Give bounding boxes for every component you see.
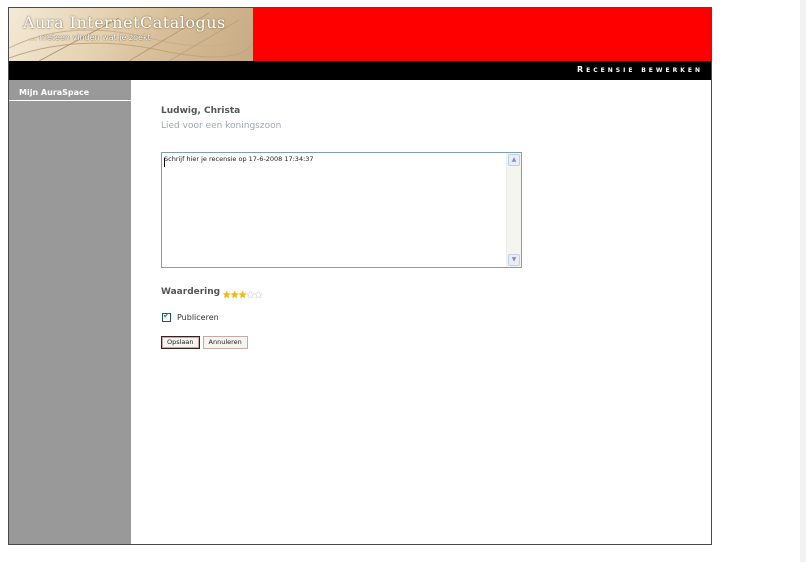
publish-checkbox[interactable]: ✔: [162, 311, 171, 322]
cancel-button[interactable]: Annuleren: [202, 336, 248, 349]
sidebar: Mijn AuraSpace: [9, 80, 131, 544]
review-textarea[interactable]: [164, 155, 506, 265]
scroll-down-icon[interactable]: ▼: [508, 254, 520, 266]
sidebar-item-mijn-auraspace[interactable]: Mijn AuraSpace: [9, 80, 131, 101]
checkmark-icon: ✔: [163, 311, 170, 320]
star-icon[interactable]: ★: [254, 290, 263, 301]
publish-row: ✔ Publiceren: [162, 311, 219, 322]
book-title: Lied voor een koningszoon: [161, 121, 282, 131]
page-frame: Aura InternetCatalogus ... meteen vinden…: [8, 7, 712, 545]
main-content: Ludwig, Christa Lied voor een koningszoo…: [131, 80, 711, 544]
title-bar: Recensie bewerken: [9, 61, 711, 80]
window-edge: [800, 0, 806, 562]
review-scrollbar[interactable]: ▲ ▼: [506, 153, 521, 267]
brand-subtitle: ... meteen vinden wat je zoekt: [29, 33, 151, 42]
publish-label[interactable]: Publiceren: [177, 313, 219, 322]
rating-stars[interactable]: ★★★★★: [222, 283, 263, 302]
scroll-up-icon[interactable]: ▲: [508, 154, 520, 166]
banner-red-panel: [253, 8, 711, 61]
review-textarea-box: ▲ ▼: [161, 152, 522, 268]
form-actions: Opslaan Annuleren: [161, 336, 251, 349]
site-banner: Aura InternetCatalogus ... meteen vinden…: [9, 8, 711, 61]
page-heading: Recensie bewerken: [577, 65, 703, 74]
rating-row: Waardering ★★★★★: [161, 283, 263, 302]
save-button[interactable]: Opslaan: [161, 336, 200, 349]
book-author: Ludwig, Christa: [161, 106, 241, 116]
brand-title: Aura InternetCatalogus: [23, 13, 226, 32]
banner-image: Aura InternetCatalogus ... meteen vinden…: [9, 8, 253, 61]
rating-label: Waardering: [161, 287, 221, 297]
